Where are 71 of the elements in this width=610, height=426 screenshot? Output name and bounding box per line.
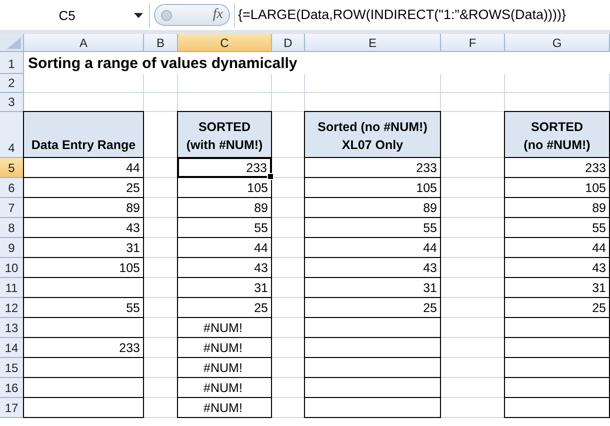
- table-cell: 44: [23, 157, 144, 178]
- table-cell: 89: [23, 197, 144, 218]
- row-header[interactable]: 1: [0, 52, 24, 74]
- table-cell: 43: [23, 217, 144, 238]
- table-cell: 105: [177, 177, 272, 198]
- row-header[interactable]: 16: [0, 378, 24, 398]
- table-cell: 55: [504, 217, 610, 238]
- table-cell: 31: [504, 277, 610, 298]
- row-header[interactable]: 11: [0, 278, 24, 298]
- table-cell: 44: [304, 237, 441, 258]
- table-cell: 233: [304, 157, 441, 178]
- table-cell: 105: [304, 177, 441, 198]
- row-header[interactable]: 2: [0, 74, 24, 93]
- column-header[interactable]: G: [505, 34, 610, 52]
- sheet-title: Sorting a range of values dynamically: [28, 54, 298, 72]
- row-header[interactable]: 15: [0, 358, 24, 378]
- row-header[interactable]: 9: [0, 238, 24, 258]
- table-cell: 89: [304, 197, 441, 218]
- table-cell: 44: [504, 237, 610, 258]
- table-cell: 43: [304, 257, 441, 278]
- table-cell: 44: [177, 237, 272, 258]
- table-cell: 89: [504, 197, 610, 218]
- table-cell: 25: [304, 297, 441, 318]
- row-header[interactable]: 8: [0, 218, 24, 238]
- row-header[interactable]: 14: [0, 338, 24, 358]
- table-cell: 43: [504, 257, 610, 278]
- column-header[interactable]: E: [305, 34, 441, 52]
- name-box[interactable]: C5: [0, 3, 150, 27]
- table-cell: 105: [504, 177, 610, 198]
- row-header[interactable]: 5: [0, 158, 24, 178]
- table-header: SORTED (no #NUM!): [504, 111, 610, 158]
- column-header[interactable]: F: [441, 34, 505, 52]
- table-cell: 55: [304, 217, 441, 238]
- table-header: Sorted (no #NUM!) XL07 Only: [304, 111, 441, 158]
- row-header[interactable]: 7: [0, 198, 24, 218]
- table-cell: #NUM!: [177, 337, 272, 358]
- table-cell: 55: [23, 297, 144, 318]
- table-cell: 105: [23, 257, 144, 278]
- row-header[interactable]: 12: [0, 298, 24, 318]
- table-header: SORTED (with #NUM!): [177, 111, 272, 158]
- row-header[interactable]: 6: [0, 178, 24, 198]
- row-header[interactable]: 3: [0, 93, 24, 112]
- table-cell: #NUM!: [177, 377, 272, 398]
- active-cell: 233: [177, 157, 272, 178]
- table-cell: 31: [177, 277, 272, 298]
- table-cell: 25: [23, 177, 144, 198]
- table-cell: 25: [177, 297, 272, 318]
- table-cell: 31: [23, 237, 144, 258]
- table-cell: 25: [504, 297, 610, 318]
- column-header[interactable]: D: [272, 34, 305, 52]
- table-cell: 89: [177, 197, 272, 218]
- column-header[interactable]: B: [144, 34, 178, 52]
- formula-field[interactable]: {=LARGE(Data,ROW(INDIRECT("1:"&ROWS(Data))))}: [234, 3, 610, 27]
- column-header[interactable]: A: [24, 34, 144, 52]
- table-cell: 55: [177, 217, 272, 238]
- grip-icon: [161, 10, 172, 20]
- table-cell: #NUM!: [177, 397, 272, 418]
- table-cell: 43: [177, 257, 272, 278]
- row-header[interactable]: 4: [0, 112, 24, 158]
- table-cell: 233: [23, 337, 144, 358]
- row-header[interactable]: 13: [0, 318, 24, 338]
- row-header[interactable]: 17: [0, 398, 24, 418]
- column-header[interactable]: C: [178, 34, 272, 52]
- caret-icon[interactable]: [134, 12, 143, 18]
- table-cell: 31: [304, 277, 441, 298]
- insert-function-button[interactable]: fx: [212, 7, 223, 23]
- table-header: Data Entry Range: [23, 111, 144, 158]
- row-header[interactable]: 10: [0, 258, 24, 278]
- table-cell: 233: [504, 157, 610, 178]
- table-cell: #NUM!: [177, 317, 272, 338]
- table-cell: #NUM!: [177, 357, 272, 378]
